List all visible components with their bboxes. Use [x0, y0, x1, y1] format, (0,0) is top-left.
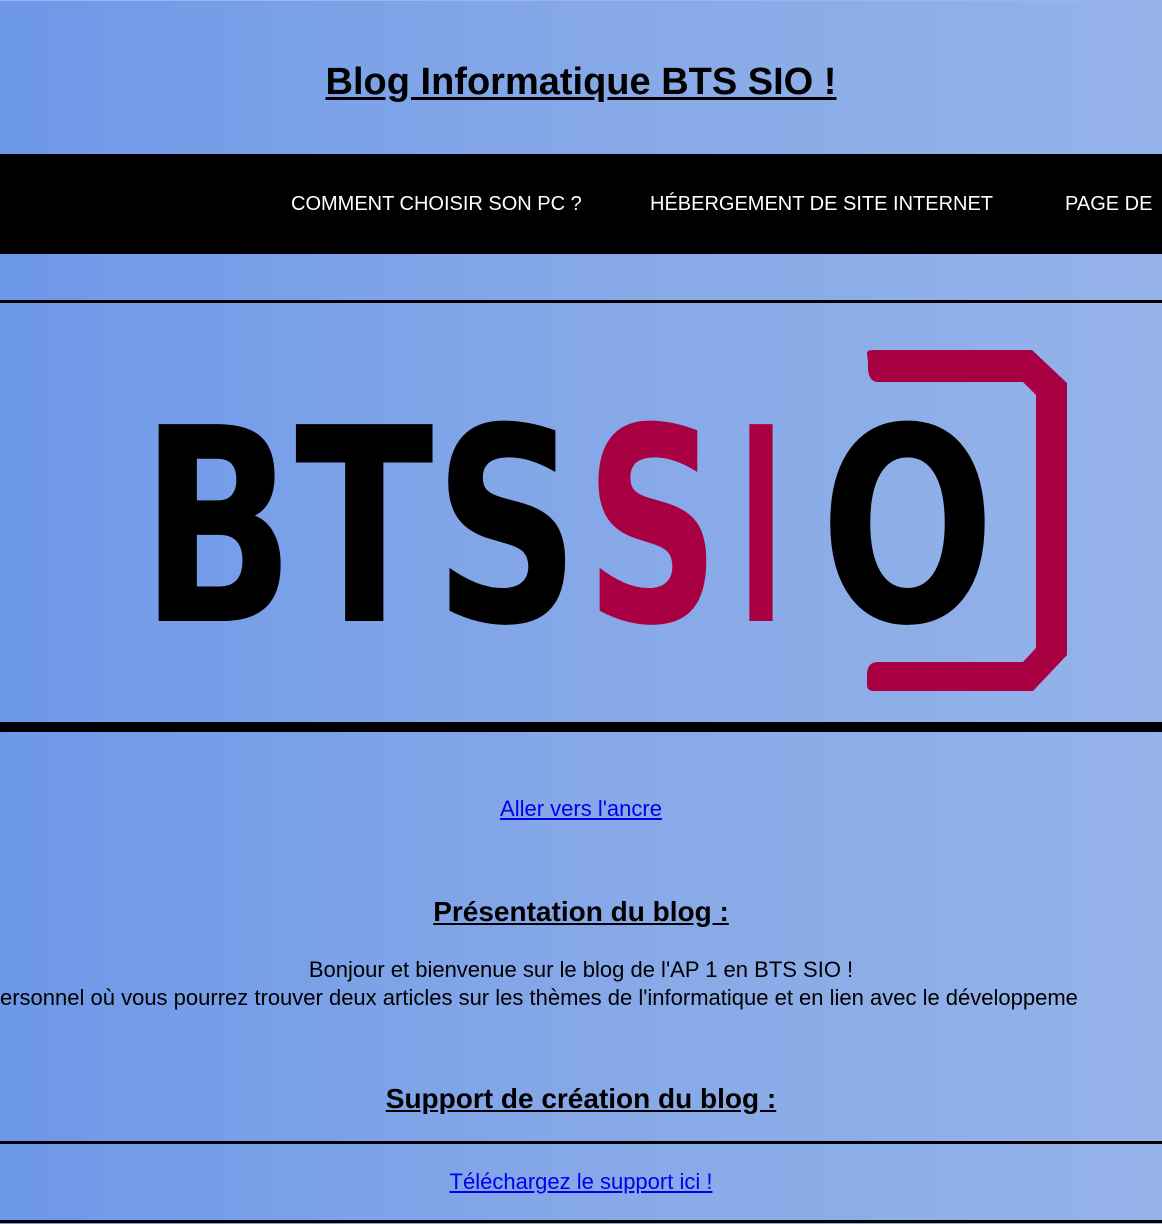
support-heading: Support de création du blog :: [385, 1083, 777, 1114]
logo-bottom-divider: [0, 722, 1162, 732]
nav-item-page[interactable]: PAGE DE: [1065, 192, 1152, 216]
logo-text-s: S: [585, 370, 720, 685]
nav-item-hebergement[interactable]: HÉBERGEMENT DE SITE INTERNET: [650, 192, 993, 216]
anchor-link[interactable]: Aller vers l'ancre: [500, 796, 662, 821]
main-navbar: COMMENT CHOISIR SON PC ? HÉBERGEMENT DE …: [0, 154, 1162, 254]
support-top-divider: [0, 1141, 1162, 1144]
footer-divider: [0, 1220, 1162, 1223]
logo-top-divider: [0, 300, 1162, 303]
presentation-line-2: ersonnel où vous pourrez trouver deux ar…: [0, 985, 1078, 1010]
site-title: Blog Informatique BTS SIO !: [325, 61, 837, 103]
site-header: Blog Informatique BTS SIO !: [0, 0, 1162, 154]
logo-text-bts: BTS: [140, 370, 580, 685]
download-support-link[interactable]: Téléchargez le support ici !: [450, 1169, 713, 1194]
presentation-text: Bonjour et bienvenue sur le blog de l'AP…: [0, 956, 1162, 1012]
nav-item-choisir-pc[interactable]: COMMENT CHOISIR SON PC ?: [291, 192, 582, 216]
download-link-container: Téléchargez le support ici !: [0, 1169, 1162, 1195]
logo-text-o: O: [820, 370, 995, 685]
logo-text-i: I: [738, 370, 784, 685]
anchor-link-container: Aller vers l'ancre: [0, 796, 1162, 822]
presentation-heading: Présentation du blog :: [433, 896, 729, 927]
bts-sio-logo: BTS S I O: [140, 350, 1067, 691]
presentation-line-1: Bonjour et bienvenue sur le blog de l'AP…: [308, 957, 854, 982]
